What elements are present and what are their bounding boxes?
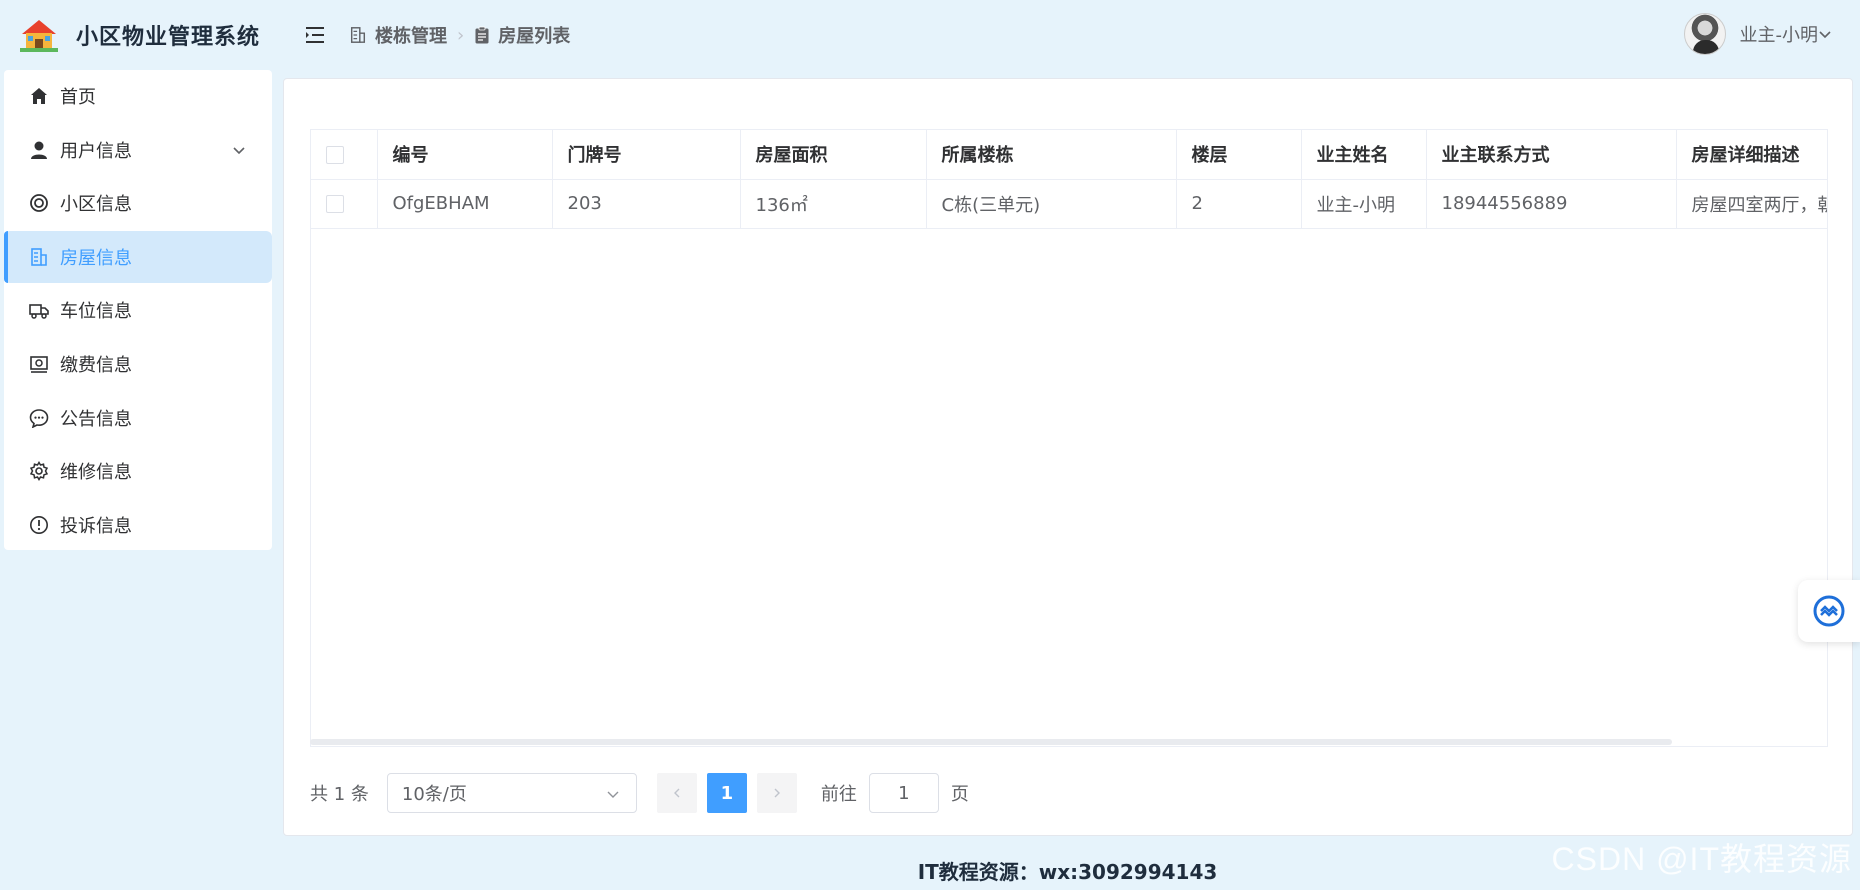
table-row[interactable]: OfgEBHAM 203 136㎡ C栋(三单元) 2 业主-小明 189445…: [311, 179, 1827, 229]
page-number-button[interactable]: 1: [706, 773, 747, 813]
table-cell: OfgEBHAM: [377, 179, 553, 229]
table-cell: 业主-小明: [1301, 179, 1427, 229]
app-logo[interactable]: 小区物业管理系统: [0, 0, 275, 70]
gear-icon: [28, 460, 50, 482]
sidebar-item-label: 缴费信息: [60, 354, 132, 376]
column-header[interactable]: 业主姓名: [1301, 130, 1427, 180]
prev-page-button[interactable]: [656, 773, 697, 813]
truck-icon: [28, 299, 50, 321]
column-header[interactable]: 门牌号: [552, 130, 741, 180]
chevron-down-icon: [232, 141, 246, 162]
sidebar-item-label: 小区信息: [60, 194, 132, 216]
home-icon: [28, 85, 50, 107]
table-cell: 203: [552, 179, 741, 229]
chevron-right-icon: [774, 788, 780, 798]
table-cell: 房屋四室两厅，朝: [1676, 179, 1827, 229]
sidebar-item-label: 首页: [60, 87, 96, 108]
house-logo-icon: [20, 20, 58, 52]
row-checkbox[interactable]: [326, 195, 344, 213]
sidebar-item-parking[interactable]: 车位信息: [4, 284, 272, 336]
select-all-checkbox[interactable]: [326, 145, 344, 164]
row-select-cell: [311, 179, 378, 229]
goto-prefix: 前往: [820, 784, 857, 805]
assistant-icon: [1813, 595, 1845, 627]
building-icon: [350, 27, 366, 43]
main-card: 编号 门牌号 房屋面积 所属楼栋 楼层 业主姓名 业主联系方式 房屋详细描述 O…: [283, 78, 1853, 836]
breadcrumb-label: 楼栋管理: [375, 26, 447, 47]
table-header-row: 编号 门牌号 房屋面积 所属楼栋 楼层 业主姓名 业主联系方式 房屋详细描述: [311, 130, 1827, 180]
breadcrumb-item[interactable]: 楼栋管理: [349, 22, 447, 48]
sidebar-item-label: 房屋信息: [60, 247, 132, 269]
next-page-button[interactable]: [756, 773, 797, 813]
sidebar-menu: 首页 用户信息 小区信息 房屋信息 车位信息 缴费信息 公告信息 维修信息 投诉…: [4, 70, 272, 550]
chat-icon: [28, 407, 50, 429]
column-header[interactable]: 所属楼栋: [926, 130, 1177, 180]
chevron-down-icon: [607, 791, 619, 798]
house-table: 编号 门牌号 房屋面积 所属楼栋 楼层 业主姓名 业主联系方式 房屋详细描述 O…: [310, 129, 1828, 747]
footer-text: IT教程资源：wx:3092994143: [917, 859, 1218, 884]
user-icon: [28, 139, 50, 161]
goto-page: 前往 1 页: [821, 773, 969, 813]
goto-suffix: 页: [950, 784, 969, 805]
floating-assistant-button[interactable]: [1798, 580, 1860, 642]
top-header: 楼栋管理 › 房屋列表 业主-小明: [275, 0, 1860, 70]
watermark: CSDN @IT教程资源: [1551, 841, 1852, 877]
building-icon: [28, 246, 50, 268]
column-header[interactable]: 编号: [377, 130, 553, 180]
breadcrumb: 楼栋管理 › 房屋列表: [349, 22, 570, 48]
table-cell: 2: [1176, 179, 1302, 229]
column-header[interactable]: 房屋面积: [740, 130, 927, 180]
sidebar: 小区物业管理系统 首页 用户信息 小区信息 房屋信息 车位信息 缴费信息 公告信…: [0, 0, 275, 890]
pagination-total: 共 1 条: [310, 784, 369, 805]
warning-icon: [28, 514, 50, 536]
select-all-cell: [311, 130, 378, 180]
breadcrumb-label: 房屋列表: [498, 26, 571, 47]
horizontal-scrollbar[interactable]: [310, 739, 1672, 745]
table-cell: 18944556889: [1426, 179, 1677, 229]
sidebar-item-label: 车位信息: [60, 301, 132, 323]
sidebar-item-home[interactable]: 首页: [4, 70, 272, 122]
page-size-value: 10条/页: [401, 784, 467, 805]
page-size-select[interactable]: 10条/页: [386, 773, 637, 813]
table-cell: 136㎡: [740, 179, 927, 229]
clipboard-icon: [475, 26, 489, 44]
sidebar-item-complaint[interactable]: 投诉信息: [4, 499, 272, 551]
column-header[interactable]: 业主联系方式: [1426, 130, 1677, 180]
column-header[interactable]: 房屋详细描述: [1676, 130, 1827, 180]
breadcrumb-item[interactable]: 房屋列表: [474, 22, 570, 48]
breadcrumb-separator-icon: ›: [457, 24, 465, 46]
pagination: 共 1 条 10条/页 1 前往 1 页: [310, 773, 969, 813]
chevron-down-icon: [1819, 31, 1831, 39]
sidebar-item-house[interactable]: 房屋信息: [4, 230, 272, 283]
sidebar-item-repair[interactable]: 维修信息: [4, 445, 272, 497]
sidebar-item-label: 公告信息: [60, 408, 132, 430]
user-menu[interactable]: 业主-小明: [1683, 13, 1833, 55]
payment-icon: [28, 353, 50, 375]
sidebar-item-notice[interactable]: 公告信息: [4, 392, 272, 444]
user-name: 业主-小明: [1739, 25, 1819, 46]
table-cell: C栋(三单元): [926, 179, 1177, 229]
sidebar-item-label: 投诉信息: [60, 515, 132, 537]
sidebar-item-community[interactable]: 小区信息: [4, 177, 272, 229]
menu-toggle-icon[interactable]: [303, 23, 327, 47]
chevron-left-icon: [673, 788, 680, 798]
app-title: 小区物业管理系统: [76, 25, 261, 50]
sidebar-item-payment[interactable]: 缴费信息: [4, 338, 272, 390]
column-header[interactable]: 楼层: [1176, 130, 1302, 180]
sidebar-item-label: 维修信息: [60, 462, 132, 484]
avatar[interactable]: [1683, 13, 1726, 55]
sidebar-item-label: 用户信息: [60, 140, 132, 162]
community-icon: [28, 192, 50, 214]
goto-page-input[interactable]: 1: [868, 773, 939, 813]
sidebar-item-user-info[interactable]: 用户信息: [4, 124, 272, 176]
